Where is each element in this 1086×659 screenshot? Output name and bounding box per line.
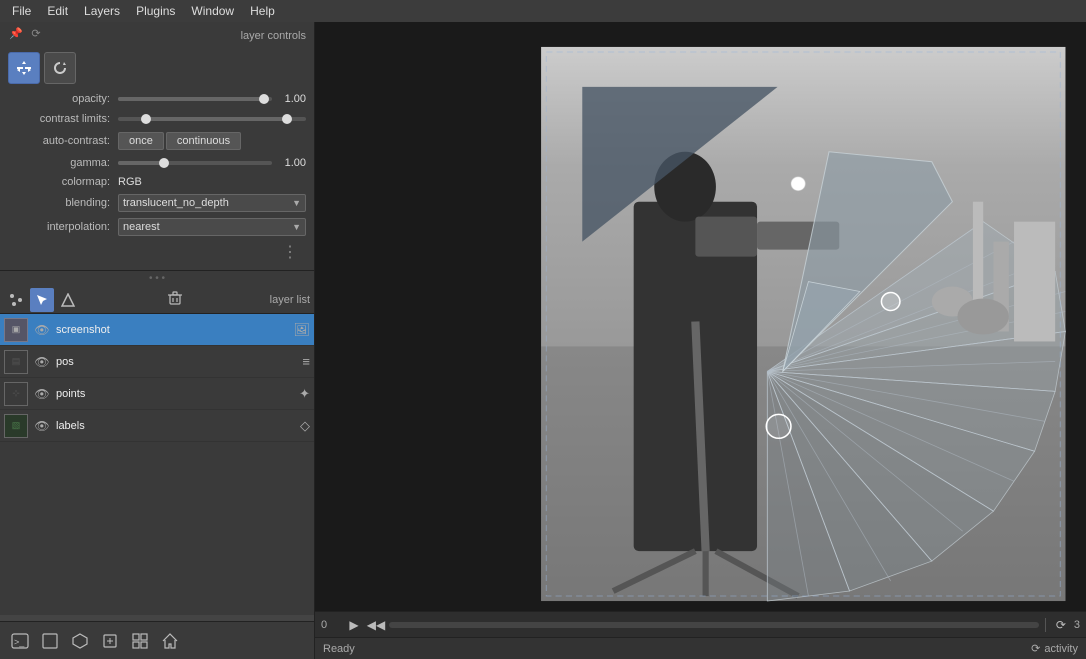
delete-layer-button[interactable] xyxy=(164,289,186,310)
layer-list-section: layer list ▣ 👁 screenshot 🖼 ▤ xyxy=(0,286,314,621)
layer-item-screenshot[interactable]: ▣ 👁 screenshot 🖼 xyxy=(0,314,314,346)
controls-menu-dots[interactable]: ⋮ xyxy=(278,242,302,262)
activity-button[interactable]: ⟳ activity xyxy=(1031,642,1078,655)
layer-name-pos: pos xyxy=(56,356,298,368)
current-frame: 0 xyxy=(321,619,341,631)
gamma-slider[interactable] xyxy=(118,156,272,170)
opacity-slider[interactable] xyxy=(118,92,272,106)
layer-thumb-pos: ▤ xyxy=(4,350,28,374)
layer-name-points: points xyxy=(56,388,295,400)
3d-view-button[interactable] xyxy=(66,627,94,655)
blending-label: blending: xyxy=(8,197,118,209)
blending-row: blending: translucent_no_depth ▼ xyxy=(8,194,306,212)
menu-window[interactable]: Window xyxy=(183,2,242,20)
layer-eye-pos[interactable]: 👁 xyxy=(32,352,52,372)
continuous-button[interactable]: continuous xyxy=(166,132,241,150)
gamma-row: gamma: 1.00 xyxy=(8,156,306,170)
layer-toolbar xyxy=(4,288,80,312)
progress-icon: ⟳ xyxy=(1031,642,1040,655)
layer-controls-panel: 📌 ⟳ layer controls xyxy=(0,22,314,271)
home-button[interactable] xyxy=(156,627,184,655)
blending-arrow: ▼ xyxy=(292,198,301,208)
layer-item-points[interactable]: ⊹ 👁 points ✦ xyxy=(0,378,314,410)
menubar: File Edit Layers Plugins Window Help xyxy=(0,0,1086,22)
select-button[interactable] xyxy=(30,288,54,312)
layer-list-title: layer list xyxy=(270,294,310,306)
layer-list: ▣ 👁 screenshot 🖼 ▤ 👁 pos ≡ xyxy=(0,314,314,615)
colormap-label: colormap: xyxy=(8,176,118,188)
layer-item-pos[interactable]: ▤ 👁 pos ≡ xyxy=(0,346,314,378)
canvas-area[interactable] xyxy=(315,22,1086,611)
shapes-button[interactable] xyxy=(56,288,80,312)
menu-layers[interactable]: Layers xyxy=(76,2,128,20)
timeline-track[interactable] xyxy=(389,622,1039,628)
status-bar: Ready ⟳ activity xyxy=(315,637,1086,659)
layer-controls-title: layer controls xyxy=(241,30,306,42)
gamma-label: gamma: xyxy=(8,157,118,169)
once-button[interactable]: once xyxy=(118,132,164,150)
play-button[interactable]: ▶ xyxy=(345,616,363,634)
auto-contrast-row: auto-contrast: once continuous xyxy=(8,132,306,150)
menu-help[interactable]: Help xyxy=(242,2,283,20)
interpolation-label: interpolation: xyxy=(8,221,118,233)
opacity-row: opacity: 1.00 xyxy=(8,92,306,106)
blending-value: translucent_no_depth xyxy=(123,197,229,209)
2d-view-button[interactable] xyxy=(36,627,64,655)
contrast-row: contrast limits: xyxy=(8,112,306,126)
contrast-slider[interactable] xyxy=(118,112,306,126)
layer-eye-points[interactable]: 👁 xyxy=(32,384,52,404)
activity-label: activity xyxy=(1044,643,1078,655)
roll-view-button[interactable] xyxy=(96,627,124,655)
rotate-button[interactable] xyxy=(44,52,76,84)
playback-icons: ⟳ 3 xyxy=(1052,616,1080,634)
layer-eye-screenshot[interactable]: 👁 xyxy=(32,320,52,340)
loop-button[interactable]: ⟳ xyxy=(1052,616,1070,634)
separator xyxy=(1045,618,1046,632)
add-layer-button[interactable] xyxy=(4,288,28,312)
interpolation-value: nearest xyxy=(123,221,160,233)
layer-type-icon-labels: ◇ xyxy=(300,418,310,434)
panel-resize-handle[interactable]: • • • xyxy=(0,271,314,286)
main-area: 📌 ⟳ layer controls xyxy=(0,22,1086,659)
interpolation-row: interpolation: nearest ▼ xyxy=(8,218,306,236)
layer-type-icon-points: ✦ xyxy=(299,386,310,402)
colormap-value: RGB xyxy=(118,176,142,188)
opacity-value: 1.00 xyxy=(276,93,306,105)
step-back-button[interactable]: ◀◀ xyxy=(367,616,385,634)
grid-button[interactable] xyxy=(126,627,154,655)
gamma-value: 1.00 xyxy=(276,157,306,169)
layer-thumb-screenshot: ▣ xyxy=(4,318,28,342)
total-frames: 3 xyxy=(1074,619,1080,631)
svg-text:>_: >_ xyxy=(14,637,25,647)
layer-name-screenshot: screenshot xyxy=(56,324,289,336)
auto-contrast-label: auto-contrast: xyxy=(8,135,118,147)
colormap-row: colormap: RGB xyxy=(8,176,306,188)
left-panel: 📌 ⟳ layer controls xyxy=(0,22,315,659)
layer-type-icon-pos: ≡ xyxy=(302,354,310,369)
blending-dropdown[interactable]: translucent_no_depth ▼ xyxy=(118,194,306,212)
status-text: Ready xyxy=(323,643,1031,655)
playback-bar: 0 ▶ ◀◀ ⟳ 3 xyxy=(315,611,1086,637)
layer-item-labels[interactable]: ▧ 👁 labels ◇ xyxy=(0,410,314,442)
bottom-toolbar: >_ xyxy=(0,621,314,659)
canvas-svg xyxy=(315,22,1086,611)
interpolation-arrow: ▼ xyxy=(292,222,301,232)
layer-type-icon-screenshot: 🖼 xyxy=(293,322,310,338)
layer-name-labels: labels xyxy=(56,420,296,432)
interpolation-dropdown[interactable]: nearest ▼ xyxy=(118,218,306,236)
refresh-button[interactable]: ⟳ xyxy=(28,25,44,41)
menu-edit[interactable]: Edit xyxy=(39,2,76,20)
pin-button[interactable]: 📌 xyxy=(8,25,24,41)
content-area: 0 ▶ ◀◀ ⟳ 3 Ready ⟳ activity xyxy=(315,22,1086,659)
contrast-label: contrast limits: xyxy=(8,113,118,125)
opacity-label: opacity: xyxy=(8,93,118,105)
layer-eye-labels[interactable]: 👁 xyxy=(32,416,52,436)
layer-thumb-labels: ▧ xyxy=(4,414,28,438)
move-button[interactable] xyxy=(8,52,40,84)
menu-file[interactable]: File xyxy=(4,2,39,20)
menu-plugins[interactable]: Plugins xyxy=(128,2,183,20)
console-button[interactable]: >_ xyxy=(6,627,34,655)
layer-list-header: layer list xyxy=(0,286,314,314)
layer-thumb-points: ⊹ xyxy=(4,382,28,406)
